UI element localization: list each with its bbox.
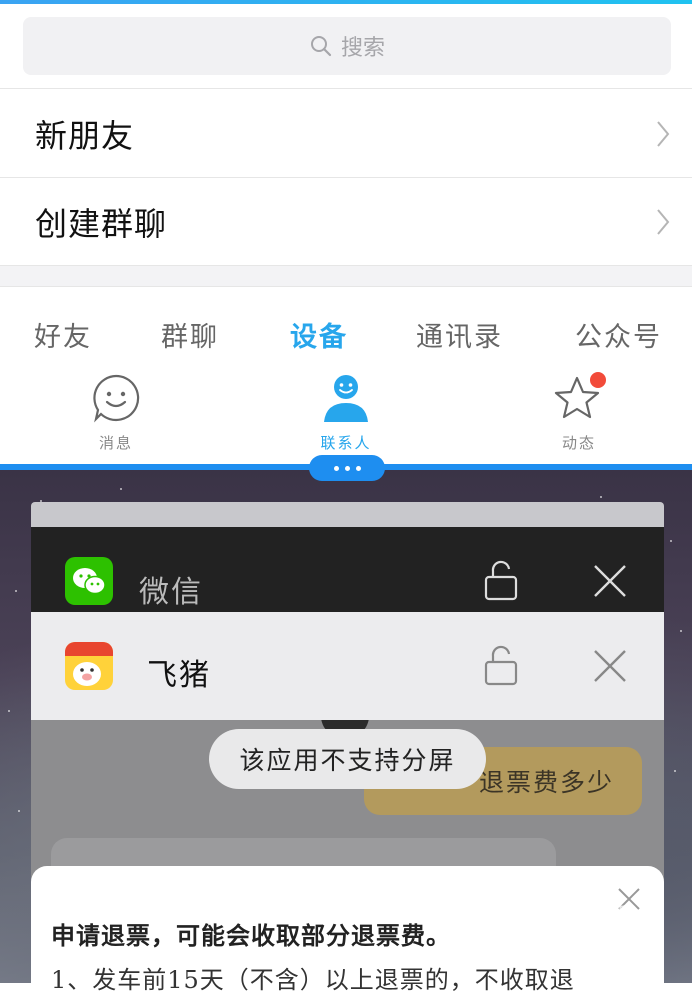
lock-open-icon[interactable] (483, 560, 519, 602)
watermark-url: zhinan.sogou.com (529, 940, 664, 955)
create-group-row[interactable]: 创建群聊 (0, 177, 692, 266)
tab-contacts[interactable]: 通讯录 (416, 315, 503, 354)
nav-messages-label: 消息 (98, 434, 133, 452)
nav-messages[interactable]: 消息 (56, 372, 176, 453)
notification-badge (590, 372, 606, 388)
lock-open-icon[interactable] (483, 645, 519, 687)
close-icon[interactable] (592, 648, 628, 684)
bottom-nav: 消息 联系人 动态 (0, 362, 692, 464)
popup-title: 申请退票，可能会收取部分退票费。 (51, 921, 451, 950)
chevron-right-icon (657, 120, 670, 147)
recent-app-card-fliggy[interactable]: 飞猪 (31, 612, 664, 720)
search-input[interactable]: 搜索 (23, 17, 671, 75)
tab-groups[interactable]: 群聊 (161, 315, 219, 354)
tab-friends[interactable]: 好友 (34, 315, 92, 354)
sogou-logo-icon (512, 897, 546, 930)
nav-moments-label: 动态 (561, 434, 596, 452)
new-friends-row[interactable]: 新朋友 (0, 88, 692, 178)
tab-devices[interactable]: 设备 (290, 315, 348, 354)
nav-contacts[interactable]: 联系人 (286, 372, 406, 453)
toast-message: 该应用不支持分屏 (209, 729, 486, 789)
watermark: 搜狗指南 (512, 895, 664, 932)
watermark-text: 搜狗指南 (551, 901, 664, 931)
new-friends-label: 新朋友 (35, 116, 135, 155)
nav-contacts-label: 联系人 (320, 434, 372, 452)
app-name-wechat: 微信 (139, 575, 203, 610)
contact-tabs: 好友 群聊 设备 通讯录 公众号 (0, 286, 692, 363)
split-handle[interactable] (309, 455, 385, 481)
search-section: 搜索 (0, 4, 692, 88)
section-gap (0, 265, 692, 286)
star-icon (554, 372, 606, 419)
tab-official-accounts[interactable]: 公众号 (575, 315, 662, 354)
wechat-icon (65, 557, 113, 605)
fliggy-icon (65, 642, 113, 690)
person-icon (324, 375, 368, 422)
create-group-label: 创建群聊 (35, 205, 168, 243)
smile-icon (93, 374, 140, 423)
search-placeholder: 搜索 (340, 36, 385, 61)
search-icon (310, 36, 332, 57)
chevron-right-icon (657, 209, 670, 235)
close-icon[interactable] (592, 563, 628, 599)
nav-moments[interactable]: 动态 (519, 372, 639, 453)
popup-body: 1、发车前15天（不含）以上退票的，不收取退 (51, 966, 575, 994)
app-name-fliggy: 飞猪 (147, 658, 211, 693)
